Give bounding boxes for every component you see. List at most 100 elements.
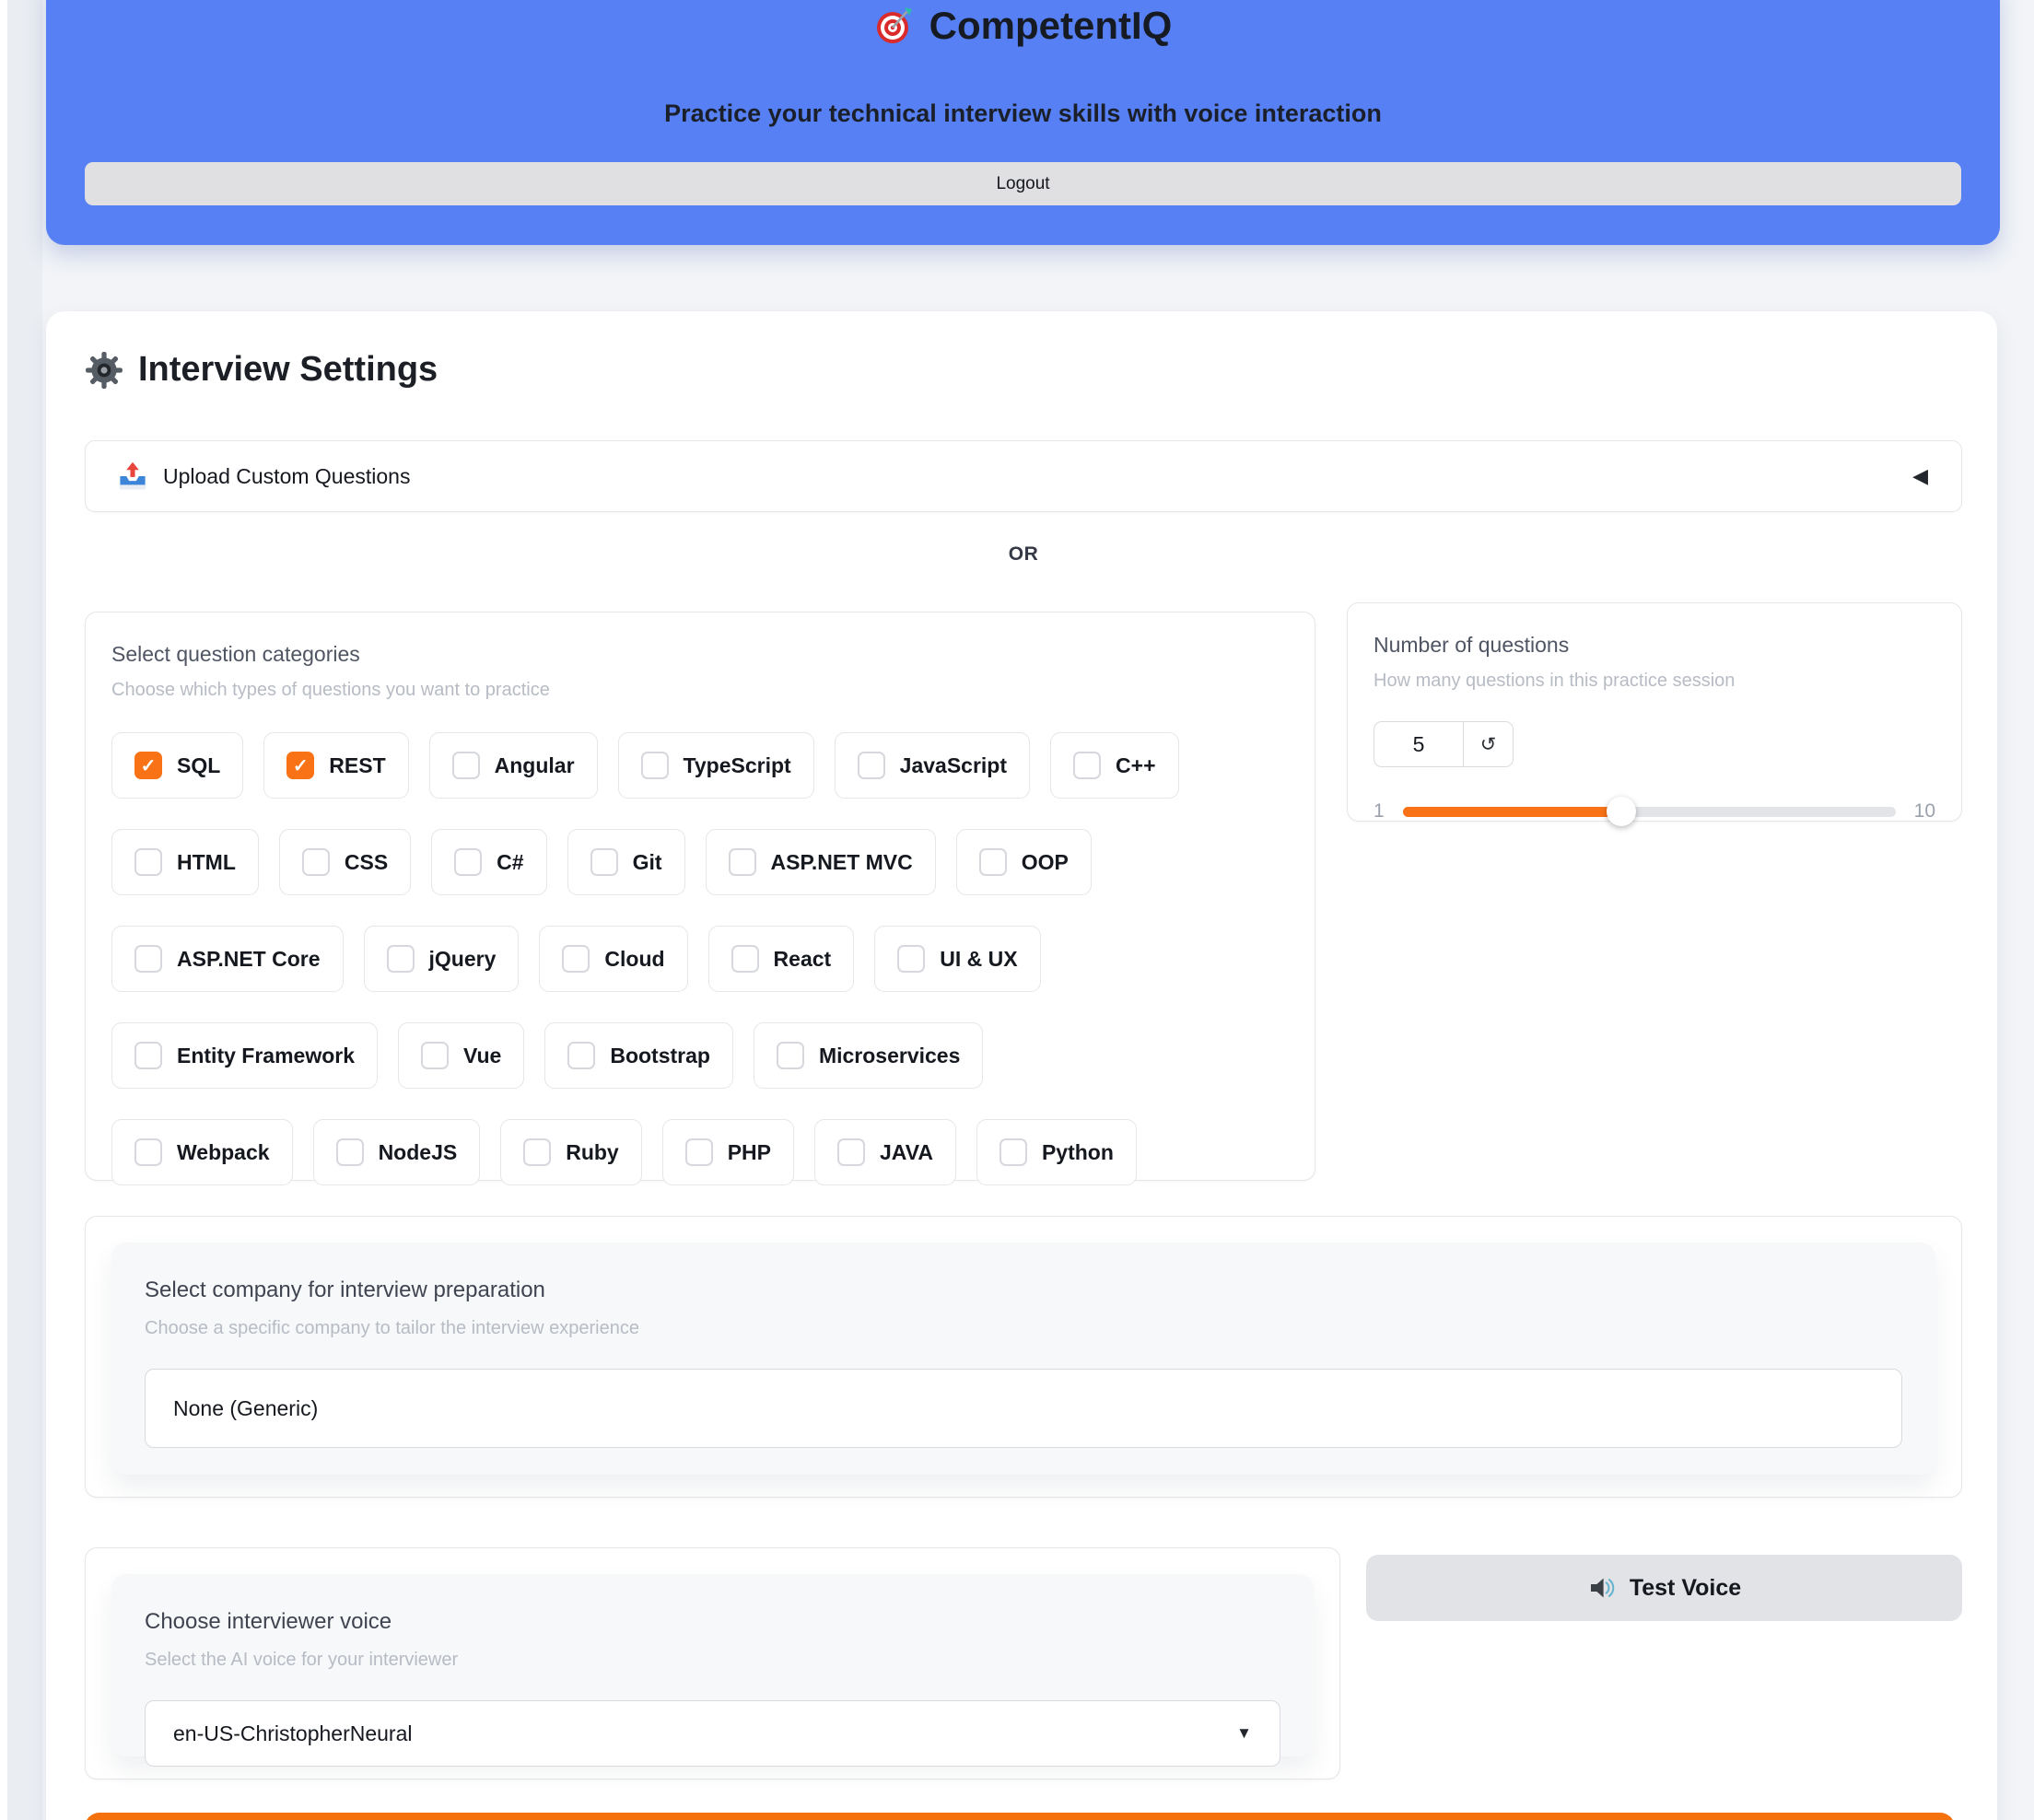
category-checkbox-ruby[interactable]: Ruby [500,1119,642,1185]
category-checkbox-entity-framework[interactable]: Entity Framework [111,1022,378,1089]
category-label: Vue [463,1044,501,1068]
category-checkbox-html[interactable]: HTML [111,829,259,895]
category-label: ASP.NET MVC [771,850,913,875]
checkbox-unchecked-icon [837,1138,865,1166]
category-label: C++ [1116,753,1155,778]
category-label: C# [497,850,523,875]
category-checkbox-typescript[interactable]: TypeScript [618,732,814,799]
category-row: ✓ SQL ✓ REST Angular TypeScript JavaScript C++ [111,732,1289,799]
category-checkbox-ui-ux[interactable]: UI & UX [874,926,1040,992]
checkbox-unchecked-icon [641,752,669,779]
category-label: CSS [345,850,388,875]
category-checkbox-oop[interactable]: OOP [956,829,1092,895]
voice-select[interactable]: en-US-ChristopherNeural ▼ [145,1700,1280,1767]
page-left-gutter [7,0,42,1820]
category-checkbox-cloud[interactable]: Cloud [539,926,687,992]
category-label: Webpack [177,1140,270,1165]
category-label: REST [329,753,385,778]
slider-fill [1403,807,1622,817]
checkbox-unchecked-icon [302,848,330,876]
checkbox-unchecked-icon [523,1138,551,1166]
checkbox-unchecked-icon [421,1042,449,1069]
app-tagline: Practice your technical interview skills… [46,99,2000,128]
upload-expander-label: Upload Custom Questions [163,464,410,489]
start-interview-button-partial[interactable] [85,1813,1955,1820]
slider-thumb[interactable] [1607,797,1636,826]
category-label: PHP [728,1140,771,1165]
category-checkbox-asp-net-mvc[interactable]: ASP.NET MVC [706,829,936,895]
category-label: Git [633,850,662,875]
category-checkbox-angular[interactable]: Angular [429,732,598,799]
expander-collapsed-arrow-icon: ◀ [1912,464,1928,488]
category-label: HTML [177,850,236,875]
settings-heading-row: Interview Settings [85,350,438,390]
category-label: OOP [1022,850,1069,875]
categories-subtitle: Choose which types of questions you want… [111,680,1289,701]
category-checkbox-react[interactable]: React [708,926,855,992]
category-checkbox-css[interactable]: CSS [279,829,411,895]
checkbox-checked-icon: ✓ [286,752,314,779]
questions-subtitle: How many questions in this practice sess… [1374,671,1935,692]
checkbox-unchecked-icon [858,752,885,779]
category-label: JavaScript [900,753,1007,778]
company-select[interactable]: None (Generic) [145,1369,1902,1448]
questions-reset-button[interactable]: ↺ [1463,722,1513,766]
checkbox-checked-icon: ✓ [134,752,162,779]
category-checkbox-asp-net-core[interactable]: ASP.NET Core [111,926,344,992]
company-title: Select company for interview preparation [145,1278,1902,1303]
category-checkbox-nodejs[interactable]: NodeJS [313,1119,481,1185]
company-selected-value: None (Generic) [173,1396,318,1421]
category-checkbox-javascript[interactable]: JavaScript [835,732,1030,799]
checkbox-unchecked-icon [454,848,482,876]
category-label: NodeJS [379,1140,458,1165]
checkbox-unchecked-icon [731,945,759,973]
category-checkbox-git[interactable]: Git [567,829,685,895]
app-title-row: CompetentIQ [46,4,2000,48]
questions-slider[interactable] [1403,807,1896,817]
upload-questions-expander[interactable]: Upload Custom Questions ◀ [85,440,1962,512]
category-checkbox-bootstrap[interactable]: Bootstrap [544,1022,733,1089]
checkbox-unchecked-icon [134,1042,162,1069]
checkbox-unchecked-icon [336,1138,364,1166]
category-label: Ruby [566,1140,619,1165]
category-label: ASP.NET Core [177,947,321,972]
category-checkbox-c-[interactable]: C# [431,829,546,895]
category-checkbox-c-[interactable]: C++ [1050,732,1178,799]
category-label: SQL [177,753,220,778]
voice-subtitle: Select the AI voice for your interviewer [145,1650,1280,1671]
category-row: Entity Framework Vue Bootstrap Microservice… [111,1022,1289,1089]
questions-slider-row: 1 10 [1374,800,1935,822]
checkbox-unchecked-icon [685,1138,713,1166]
category-checkbox-python[interactable]: Python [976,1119,1137,1185]
category-checkbox-php[interactable]: PHP [662,1119,794,1185]
category-checkbox-webpack[interactable]: Webpack [111,1119,293,1185]
company-inner-card: Select company for interview preparation… [111,1242,1935,1475]
category-label: Entity Framework [177,1044,355,1068]
or-divider: OR [85,543,1962,566]
category-checkbox-java[interactable]: JAVA [814,1119,956,1185]
category-label: JAVA [880,1140,933,1165]
category-checkbox-jquery[interactable]: jQuery [364,926,520,992]
target-icon [874,6,915,46]
category-checkbox-sql[interactable]: ✓ SQL [111,732,243,799]
app-header: CompetentIQ Practice your technical inte… [46,0,2000,245]
app-title: CompetentIQ [929,4,1173,48]
category-checkbox-microservices[interactable]: Microservices [754,1022,983,1089]
category-label: UI & UX [940,947,1017,972]
category-checkbox-rest[interactable]: ✓ REST [263,732,408,799]
checkbox-unchecked-icon [897,945,925,973]
checkbox-unchecked-icon [387,945,415,973]
checkbox-unchecked-icon [134,848,162,876]
category-checkbox-vue[interactable]: Vue [398,1022,524,1089]
voice-inner-card: Choose interviewer voice Select the AI v… [111,1574,1314,1756]
questions-count-input[interactable] [1374,722,1463,766]
category-label: Bootstrap [610,1044,710,1068]
category-label: Microservices [819,1044,960,1068]
category-row: Webpack NodeJS Ruby PHP JAVA Python [111,1119,1289,1185]
slider-max-label: 10 [1914,800,1935,822]
gear-icon [85,351,123,390]
company-subtitle: Choose a specific company to tailor the … [145,1318,1902,1339]
category-label: Python [1042,1140,1114,1165]
test-voice-button[interactable]: Test Voice [1366,1555,1962,1621]
logout-button[interactable]: Logout [85,162,1961,205]
